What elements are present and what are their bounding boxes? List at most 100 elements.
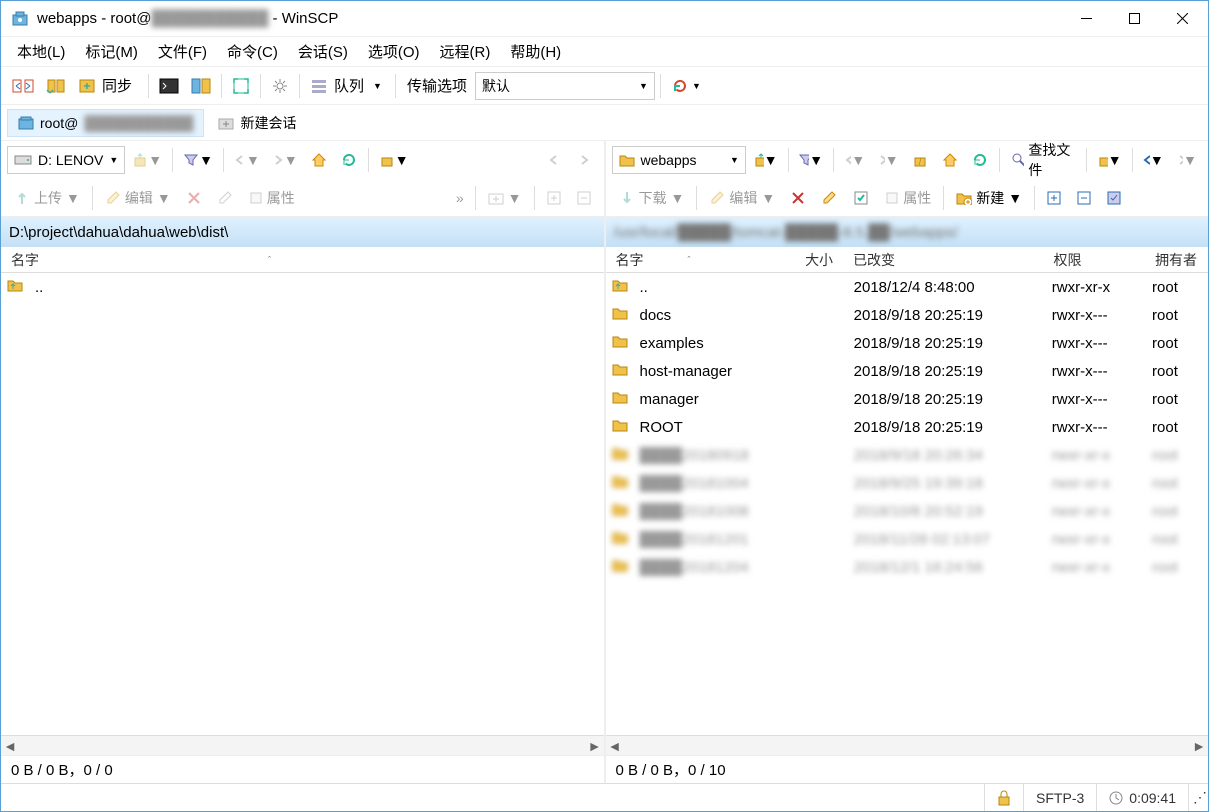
file-row[interactable]: ROOT2018/9/18 20:25:19rwxr-x---root	[606, 413, 1209, 441]
remote-header-owner[interactable]: 拥有者	[1145, 247, 1208, 272]
menu-file[interactable]: 文件(F)	[148, 37, 217, 66]
local-nav-toolbar: D: LENOV ▼ ▼ ▼ ▼ ▼ ▼	[1, 141, 604, 179]
menu-options[interactable]: 选项(O)	[358, 37, 430, 66]
maximize-button[interactable]	[1110, 1, 1158, 36]
sync-button[interactable]: 同步	[73, 72, 143, 100]
window-controls	[1062, 1, 1206, 36]
local-pane: D: LENOV ▼ ▼ ▼ ▼ ▼ ▼ 上传▼	[1, 141, 606, 783]
file-row[interactable]: ████201812012018/11/28 02:13:07rwxr-xr-x…	[606, 525, 1209, 553]
folder-icon	[608, 558, 632, 576]
session-tab-active[interactable]: root@███████████	[7, 109, 204, 137]
remote-hscrollbar[interactable]: ◄►	[606, 735, 1209, 755]
remote-path: /usr/local/█████/tomcat-█████-8.5.██/web…	[606, 217, 1209, 247]
local-hscrollbar[interactable]: ◄►	[1, 735, 604, 755]
file-row[interactable]: manager2018/9/18 20:25:19rwxr-x---root	[606, 385, 1209, 413]
download-button[interactable]: 下载▼	[612, 184, 692, 212]
remote-new-button[interactable]: 新建▼	[949, 184, 1029, 212]
remote-header-name[interactable]: 名字ˆ	[606, 247, 789, 272]
local-delete-icon[interactable]	[180, 184, 208, 212]
menu-session[interactable]: 会话(S)	[288, 37, 358, 66]
remote-rename-icon[interactable]	[814, 184, 844, 212]
fullscreen-icon[interactable]	[227, 72, 255, 100]
local-props-button[interactable]: 属性	[242, 184, 302, 212]
file-row[interactable]: ..	[1, 273, 604, 301]
local-newfolder-icon[interactable]: ▼	[481, 184, 529, 212]
queue-button[interactable]: 队列 ▼	[305, 72, 390, 100]
local-header-name[interactable]: 名字ˆ	[1, 247, 604, 272]
local-edit-button[interactable]: 编辑▼	[98, 184, 178, 212]
file-row[interactable]: ████201810082018/10/8 20:52:19rwxr-xr-xr…	[606, 497, 1209, 525]
file-row[interactable]: ████201809182018/9/18 20:26:34rwxr-xr-xr…	[606, 441, 1209, 469]
remote-forward-icon[interactable]: ▼	[872, 146, 903, 174]
file-row[interactable]: docs2018/9/18 20:25:19rwxr-x---root	[606, 301, 1209, 329]
remote-back-icon[interactable]: ▼	[839, 146, 870, 174]
menu-remote[interactable]: 远程(R)	[430, 37, 501, 66]
panes: D: LENOV ▼ ▼ ▼ ▼ ▼ ▼ 上传▼	[1, 141, 1208, 783]
settings-icon[interactable]	[266, 72, 294, 100]
local-home-icon[interactable]	[305, 146, 333, 174]
reconnect-icon[interactable]: ▼	[666, 72, 709, 100]
local-collapse-icon[interactable]	[570, 184, 598, 212]
app-icon	[11, 10, 29, 28]
folder-icon	[608, 334, 632, 352]
remote-header-rights[interactable]: 权限	[1043, 247, 1145, 272]
remote-parent-icon[interactable]: ▼	[748, 146, 783, 174]
local-filter-icon[interactable]: ▼	[178, 146, 218, 174]
file-row[interactable]: ..2018/12/4 8:48:00rwxr-xr-xroot	[606, 273, 1209, 301]
remote-nav-left-icon[interactable]: ▼	[1137, 146, 1168, 174]
local-back-icon[interactable]: ▼	[229, 146, 265, 174]
menu-mark[interactable]: 标记(M)	[75, 37, 148, 66]
folder-icon	[608, 390, 632, 408]
transfer-preset-select[interactable]: 默认 ▼	[475, 72, 655, 100]
commander-icon[interactable]	[186, 72, 216, 100]
file-row[interactable]: ████201810042018/9/25 19:39:18rwxr-xr-xr…	[606, 469, 1209, 497]
local-expand-icon[interactable]	[540, 184, 568, 212]
upload-button[interactable]: 上传▼	[7, 184, 87, 212]
menu-command[interactable]: 命令(C)	[217, 37, 288, 66]
remote-edit-button[interactable]: 编辑▼	[702, 184, 782, 212]
remote-props-button[interactable]: 属性	[878, 184, 938, 212]
remote-home-icon[interactable]	[936, 146, 964, 174]
remote-folder-select[interactable]: webapps ▼	[612, 146, 746, 174]
close-button[interactable]	[1158, 1, 1206, 36]
remote-header-size[interactable]: 大小	[789, 247, 843, 272]
new-session-tab[interactable]: 新建会话	[208, 109, 306, 137]
local-file-list[interactable]: ..	[1, 273, 604, 735]
folder-icon	[608, 418, 632, 436]
menu-help[interactable]: 帮助(H)	[500, 37, 571, 66]
local-parent-icon[interactable]: ▼	[127, 146, 167, 174]
compare-icon[interactable]	[41, 72, 71, 100]
remote-root-icon[interactable]: /	[906, 146, 934, 174]
remote-check-icon[interactable]	[846, 184, 876, 212]
remote-collapse-icon[interactable]	[1070, 184, 1098, 212]
folder-icon	[608, 362, 632, 380]
local-rename-icon[interactable]	[210, 184, 240, 212]
local-forward-icon[interactable]: ▼	[267, 146, 303, 174]
window-title: webapps - root@███████████ - WinSCP	[37, 10, 1062, 27]
local-actions-toolbar: 上传▼ 编辑▼ 属性 » ▼	[1, 179, 604, 217]
file-row[interactable]: ████201812042018/12/1 16:24:56rwxr-xr-xr…	[606, 553, 1209, 581]
remote-filter-icon[interactable]: ▼	[793, 146, 828, 174]
remote-actions-toolbar: 下载▼ 编辑▼ 属性 新建▼	[606, 179, 1209, 217]
menu-local[interactable]: 本地(L)	[7, 37, 75, 66]
local-nav-right-icon	[570, 146, 598, 174]
remote-refresh-icon[interactable]	[966, 146, 994, 174]
remote-file-list[interactable]: ..2018/12/4 8:48:00rwxr-xr-xrootdocs2018…	[606, 273, 1209, 735]
local-bookmarks-icon[interactable]: ▼	[374, 146, 414, 174]
remote-delete-icon[interactable]	[784, 184, 812, 212]
minimize-button[interactable]	[1062, 1, 1110, 36]
find-files-button[interactable]: 查找文件	[1004, 146, 1081, 174]
file-row[interactable]: examples2018/9/18 20:25:19rwxr-x---root	[606, 329, 1209, 357]
folder-icon	[608, 306, 632, 324]
main-toolbar: 同步 队列 ▼ 传输选项 默认 ▼ ▼	[1, 67, 1208, 105]
remote-pane: webapps ▼ ▼ ▼ ▼ ▼ / 查找文件 ▼ ▼ ▼	[606, 141, 1209, 783]
file-row[interactable]: host-manager2018/9/18 20:25:19rwxr-x---r…	[606, 357, 1209, 385]
local-drive-select[interactable]: D: LENOV ▼	[7, 146, 125, 174]
remote-header-changed[interactable]: 已改变	[843, 247, 1043, 272]
remote-expand-icon[interactable]	[1040, 184, 1068, 212]
local-refresh-icon[interactable]	[335, 146, 363, 174]
terminal-icon[interactable]	[154, 72, 184, 100]
remote-bookmarks-icon[interactable]: ▼	[1092, 146, 1127, 174]
sync-browse-icon[interactable]	[7, 72, 39, 100]
remote-selectall-icon[interactable]	[1100, 184, 1128, 212]
